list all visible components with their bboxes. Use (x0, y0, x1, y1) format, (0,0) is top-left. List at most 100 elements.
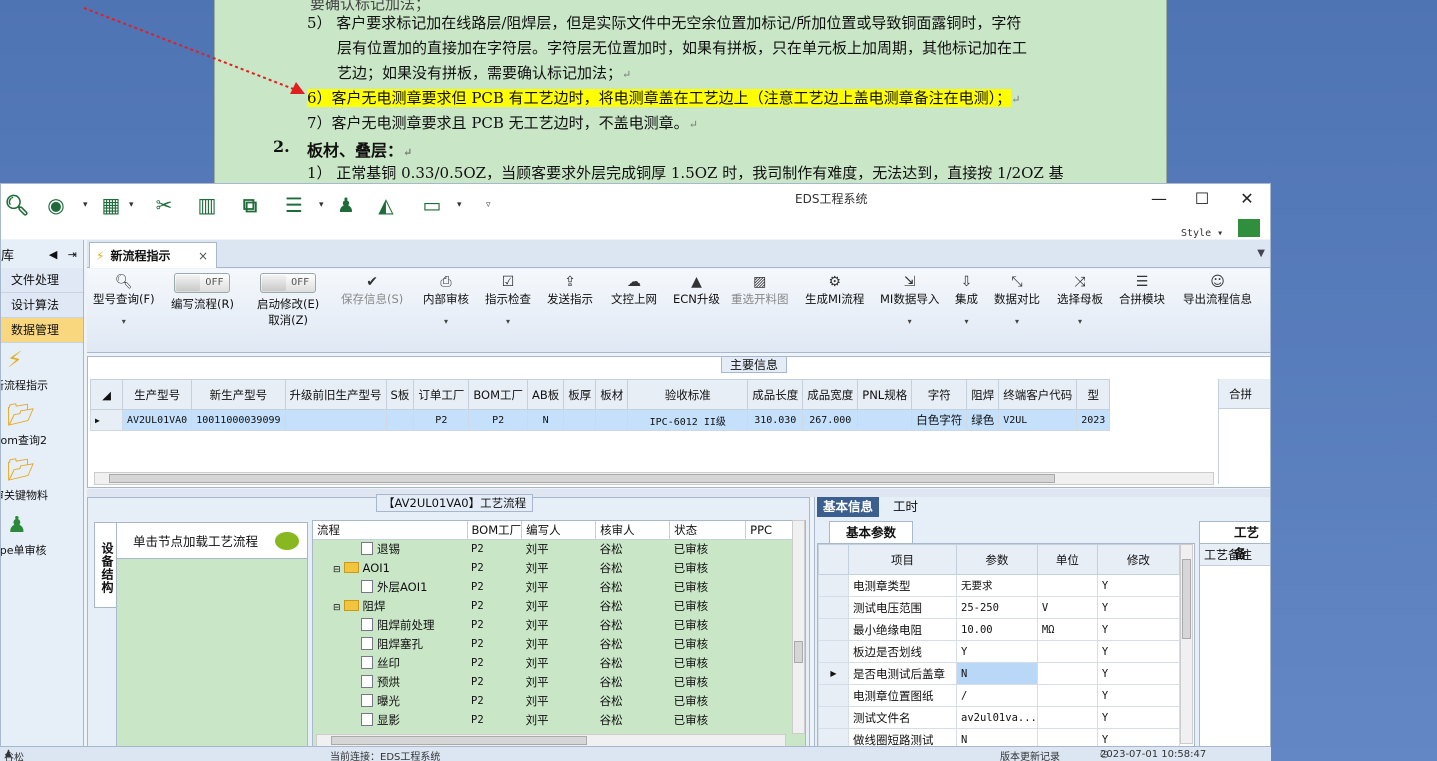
select-mother-board-button[interactable]: ⤨ 选择母板 ▾ (1057, 273, 1103, 326)
scroll-thumb[interactable] (331, 736, 587, 745)
tree-row[interactable]: ⊟ 阻焊 P2 刘平 谷松 已审核 (313, 596, 793, 615)
cell-unit[interactable] (1036, 662, 1098, 685)
column-header[interactable]: 板材 (595, 379, 629, 410)
generate-mi-button[interactable]: ⚙ 生成MI流程 (805, 273, 864, 307)
column-header[interactable]: AB板 (526, 379, 565, 410)
cell-unit[interactable]: MΩ (1036, 618, 1098, 641)
cell-thickness[interactable] (563, 409, 597, 431)
cell-unit[interactable] (1036, 706, 1098, 729)
cell-type[interactable]: 2023 (1076, 409, 1111, 431)
tree-row[interactable]: 显影 P2 刘平 谷松 已审核 (313, 710, 793, 729)
nav-new-flow[interactable]: ⚡新流程指示 (1, 343, 83, 398)
column-header[interactable]: 终端客户代码 (998, 379, 1078, 410)
tab-work-hours[interactable]: 工时 (887, 497, 924, 517)
cell-solder-mask[interactable]: 绿色 (966, 409, 1000, 431)
tree-node[interactable]: ⊟ AOI1 (313, 558, 467, 577)
chevron-down-icon[interactable]: ▾ (457, 200, 462, 210)
flow-vertical-scrollbar[interactable] (792, 520, 805, 734)
cell-unit[interactable] (1036, 574, 1098, 597)
cell-modify[interactable]: Y (1096, 684, 1181, 707)
cell-item[interactable]: 最小绝缘电阻 (848, 618, 957, 641)
column-header[interactable]: PNL规格 (857, 379, 913, 410)
tree-node[interactable]: 退锡 (313, 539, 467, 558)
column-header[interactable]: 订单工厂 (413, 379, 470, 410)
close-button[interactable]: ✕ (1232, 188, 1262, 210)
monitor-icon[interactable]: ▭ (419, 192, 445, 218)
cell-pnl[interactable] (857, 409, 913, 431)
vtab-equipment[interactable]: 设备结构 (94, 522, 116, 608)
column-header[interactable]: 成品宽度 (802, 379, 859, 410)
tab-basic-info[interactable]: 基本信息 (817, 497, 880, 517)
cell-s-board[interactable] (385, 409, 415, 431)
nav-item-data[interactable]: 数据管理 (1, 318, 83, 343)
tree-row[interactable]: 阻焊塞孔 P2 刘平 谷松 已审核 (313, 634, 793, 653)
tree-row[interactable]: 阻焊前处理 P2 刘平 谷松 已审核 (313, 615, 793, 634)
column-header[interactable]: S板 (385, 379, 415, 410)
param-row[interactable]: 电测章位置图纸 / Y (818, 684, 1181, 707)
column-header[interactable]: 字符 (911, 379, 968, 410)
column-header[interactable]: 编写人 (521, 521, 597, 540)
merge-module-button[interactable]: ☰ 合拼模块 (1119, 273, 1165, 307)
internal-review-button[interactable]: ⎙ 内部审核 ▾ (423, 273, 469, 326)
maximize-button[interactable]: ☐ (1187, 188, 1217, 210)
film-icon[interactable]: ▥ (194, 192, 220, 218)
nav-scope-review[interactable]: ♟ope单审核 (1, 508, 83, 563)
cell-order-factory[interactable]: P2 (413, 409, 470, 431)
column-header[interactable]: 型 (1076, 379, 1111, 410)
nav-bom-query[interactable]: 📂︎Bom查询2 (1, 398, 83, 453)
save-info-button[interactable]: ✔ 保存信息(S) (341, 273, 403, 307)
globe-icon[interactable]: ◉ (43, 192, 69, 218)
column-header[interactable]: BOM工厂 (468, 379, 528, 410)
param-row[interactable]: ▶ 是否电测试后盖章 N Y (818, 662, 1181, 685)
column-header[interactable]: PPC (745, 521, 793, 540)
tab-new-flow[interactable]: ⚡ 新流程指示 × (89, 242, 217, 268)
cell-model[interactable]: AV2UL01VA0 (121, 409, 193, 431)
tree-node[interactable]: 阻焊塞孔 (313, 634, 467, 653)
cell-modify[interactable]: Y (1096, 574, 1181, 597)
cell-unit[interactable] (1036, 640, 1098, 663)
model-query-button[interactable]: 🔍︎ 型号查询(F) ▾ (93, 273, 155, 326)
param-row[interactable]: 板边是否划线 Y Y (818, 640, 1181, 663)
tree-row[interactable]: 退锡 P2 刘平 谷松 已审核 (313, 539, 793, 558)
list-icon[interactable]: ☰ (281, 192, 307, 218)
chevron-down-icon[interactable]: ▾ (319, 200, 324, 210)
cell-customer-code[interactable]: V2UL (998, 409, 1078, 431)
cell-unit[interactable] (1036, 684, 1098, 707)
param-row[interactable]: 最小绝缘电阻 10.00 MΩ Y (818, 618, 1181, 641)
cell-legend[interactable]: 白色字符 (911, 409, 968, 431)
collapse-icon[interactable]: ⊟ (333, 603, 341, 613)
tab-close-button[interactable]: × (198, 249, 208, 263)
column-header[interactable]: 升级前旧生产型号 (284, 379, 387, 410)
cell-item[interactable]: 电测章类型 (848, 574, 957, 597)
cell-modify[interactable]: Y (1096, 662, 1181, 685)
nav-item-file[interactable]: 文件处理 (1, 268, 83, 293)
column-header[interactable]: 参数 (956, 544, 1038, 575)
grid-icon[interactable]: ▦ (98, 192, 124, 218)
tab-list-icon[interactable]: ▼ (1257, 248, 1265, 259)
column-header[interactable]: 成品长度 (747, 379, 804, 410)
column-header[interactable]: BOM工厂 (467, 521, 523, 540)
integrate-button[interactable]: ⇩ 集成 ▾ (955, 273, 978, 326)
tree-row[interactable]: 预烘 P2 刘平 谷松 已审核 (313, 672, 793, 691)
column-header[interactable]: 阻焊 (966, 379, 1000, 410)
start-modify-toggle[interactable]: OFF (260, 273, 317, 293)
horizontal-splitter[interactable] (87, 489, 1270, 497)
cell-modify[interactable]: Y (1096, 618, 1181, 641)
user-icon[interactable]: ♟ (333, 192, 359, 218)
column-header[interactable]: 流程 (313, 521, 468, 540)
cell-ab-board[interactable]: N (526, 409, 565, 431)
cell-new-model[interactable]: 10011000039099 (191, 409, 286, 431)
tree-node[interactable]: 阻焊前处理 (313, 615, 467, 634)
cell-param[interactable]: av2ul01va... (956, 706, 1038, 729)
tab-basic-params[interactable]: 基本参数 (829, 521, 913, 543)
start-modify-button[interactable]: OFF 启动修改(E) 取消(Z) (257, 273, 319, 328)
cell-param[interactable]: 25-250 (956, 596, 1038, 619)
node-hint[interactable]: 单击节点加载工艺流程 (117, 523, 307, 559)
copy-icon[interactable]: ⧉ (237, 192, 263, 218)
cell-item[interactable]: 测试文件名 (848, 706, 957, 729)
scroll-thumb[interactable] (109, 474, 1055, 483)
param-row[interactable]: 测试电压范围 25-250 V Y (818, 596, 1181, 619)
column-header[interactable]: 验收标准 (627, 379, 749, 410)
tree-node[interactable]: 外层AOI1 (313, 577, 467, 596)
status-version-log[interactable]: 版本更新记录 (1000, 748, 1060, 761)
